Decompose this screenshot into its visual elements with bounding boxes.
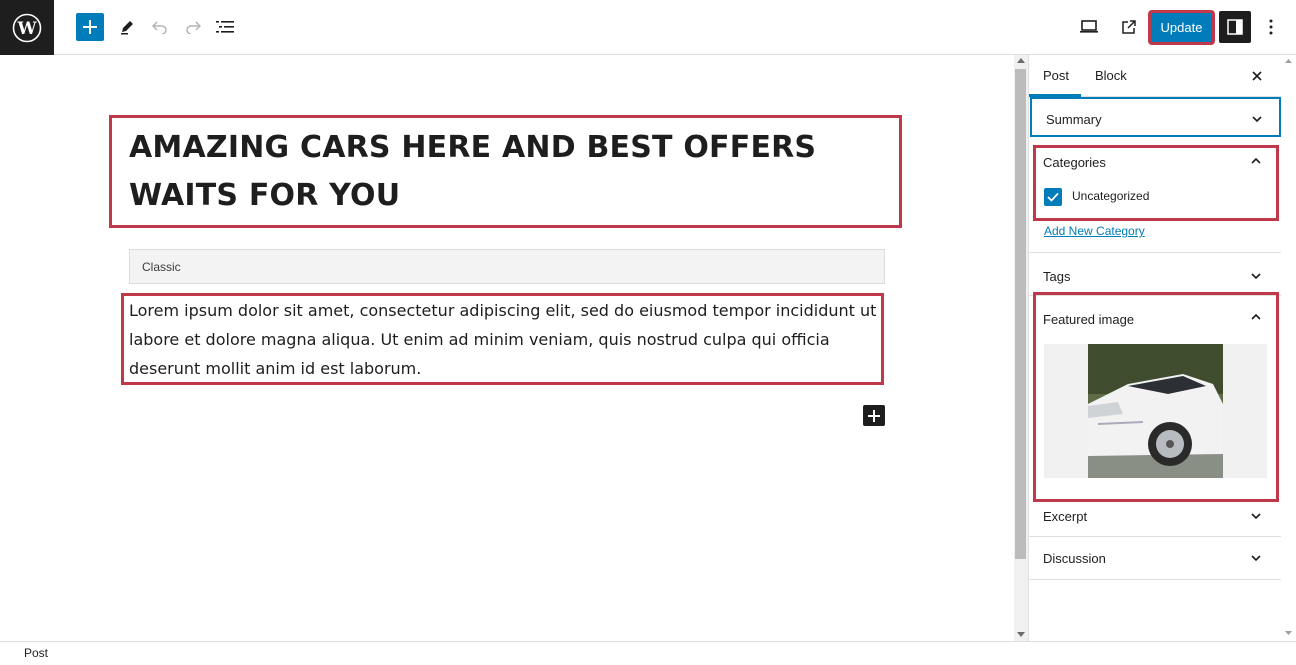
close-icon bbox=[1252, 71, 1262, 81]
wordpress-icon: W bbox=[12, 13, 42, 42]
chevron-up-icon[interactable] bbox=[1249, 310, 1263, 324]
check-icon bbox=[1047, 192, 1059, 202]
excerpt-heading[interactable]: Excerpt bbox=[1043, 509, 1087, 524]
category-checkbox[interactable] bbox=[1044, 188, 1062, 206]
sidebar-scrollbar[interactable] bbox=[1281, 55, 1296, 641]
update-button[interactable]: Update bbox=[1148, 10, 1215, 45]
car-photo bbox=[1088, 344, 1223, 478]
discussion-heading[interactable]: Discussion bbox=[1043, 551, 1106, 566]
classic-block-toolbar[interactable]: Classic bbox=[129, 249, 885, 284]
block-inserter-button[interactable] bbox=[76, 13, 104, 41]
redo-icon bbox=[186, 21, 201, 34]
preview-button[interactable] bbox=[1075, 13, 1103, 41]
tab-block[interactable]: Block bbox=[1095, 55, 1127, 97]
scroll-up-icon[interactable] bbox=[1017, 58, 1025, 63]
editor-canvas: AMAZING CARS HERE AND BEST OFFERS WAITS … bbox=[0, 55, 1014, 641]
summary-panel[interactable]: Summary bbox=[1030, 97, 1281, 137]
chevron-down-icon bbox=[1252, 116, 1262, 123]
list-view-icon bbox=[216, 21, 234, 33]
undo-button[interactable] bbox=[146, 13, 174, 41]
paragraph-block[interactable]: Lorem ipsum dolor sit amet, consectetur … bbox=[121, 293, 884, 385]
svg-text:W: W bbox=[16, 19, 37, 39]
document-overview-button[interactable] bbox=[211, 13, 239, 41]
category-label[interactable]: Uncategorized bbox=[1072, 189, 1149, 203]
external-link-icon bbox=[1122, 20, 1136, 34]
editor-header: W Update bbox=[0, 0, 1296, 55]
sidebar-icon bbox=[1227, 19, 1243, 35]
post-title-block[interactable]: AMAZING CARS HERE AND BEST OFFERS WAITS … bbox=[109, 115, 902, 228]
options-button[interactable] bbox=[1257, 13, 1285, 41]
settings-sidebar: Post Block Summary Categories Uncategori… bbox=[1028, 55, 1282, 641]
desktop-icon bbox=[1080, 20, 1098, 33]
post-title[interactable]: AMAZING CARS HERE AND BEST OFFERS WAITS … bbox=[129, 124, 889, 220]
tags-heading[interactable]: Tags bbox=[1043, 269, 1070, 284]
plus-icon bbox=[83, 20, 97, 34]
add-block-button[interactable] bbox=[863, 405, 885, 426]
chevron-down-icon[interactable] bbox=[1249, 551, 1263, 565]
chevron-down-icon[interactable] bbox=[1249, 509, 1263, 523]
settings-toggle-button[interactable] bbox=[1219, 11, 1251, 43]
block-breadcrumb: Post bbox=[0, 641, 1296, 664]
sidebar-tabs: Post Block bbox=[1029, 55, 1282, 97]
paragraph-text[interactable]: Lorem ipsum dolor sit amet, consectetur … bbox=[129, 296, 881, 383]
close-sidebar-button[interactable] bbox=[1247, 66, 1267, 86]
undo-icon bbox=[152, 21, 167, 34]
pencil-icon bbox=[121, 21, 133, 35]
view-post-button[interactable] bbox=[1115, 13, 1143, 41]
chevron-down-icon[interactable] bbox=[1249, 269, 1263, 283]
breadcrumb-post[interactable]: Post bbox=[24, 646, 48, 660]
tools-button[interactable] bbox=[113, 13, 141, 41]
canvas-scrollbar[interactable] bbox=[1014, 55, 1028, 641]
plus-icon bbox=[868, 409, 880, 422]
featured-image-thumbnail[interactable] bbox=[1088, 344, 1223, 478]
featured-image-heading[interactable]: Featured image bbox=[1043, 312, 1134, 327]
redo-button[interactable] bbox=[179, 13, 207, 41]
tab-post[interactable]: Post bbox=[1029, 55, 1081, 97]
categories-heading[interactable]: Categories bbox=[1043, 155, 1106, 170]
scroll-down-icon[interactable] bbox=[1017, 632, 1025, 637]
add-new-category-link[interactable]: Add New Category bbox=[1044, 224, 1145, 238]
more-vertical-icon bbox=[1269, 19, 1273, 35]
scrollbar-thumb[interactable] bbox=[1015, 69, 1026, 559]
wordpress-logo-icon[interactable]: W bbox=[0, 0, 54, 55]
summary-heading: Summary bbox=[1046, 112, 1102, 127]
chevron-up-icon[interactable] bbox=[1249, 154, 1263, 168]
scroll-arrows-icon bbox=[1285, 59, 1292, 635]
